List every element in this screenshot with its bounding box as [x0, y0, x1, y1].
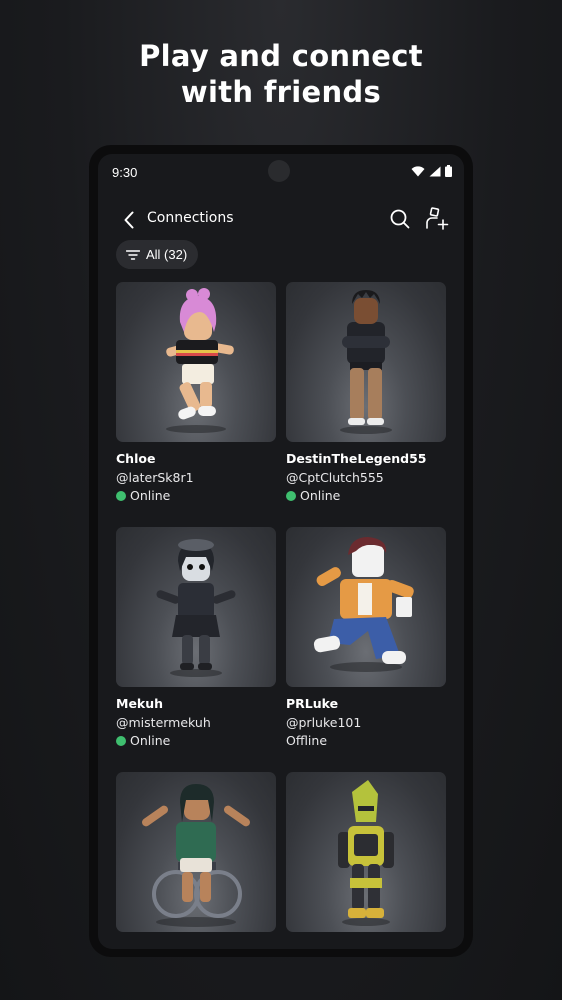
connection-card[interactable]: Chloe @laterSk8r1 Online	[116, 282, 276, 503]
battery-icon	[445, 165, 452, 177]
status-time: 9:30	[112, 165, 138, 180]
avatar-thumbnail[interactable]	[286, 772, 446, 932]
avatar-mekuh	[156, 539, 236, 677]
presence-label: Offline	[286, 733, 328, 748]
filter-icon	[126, 249, 140, 260]
presence-status: Online	[116, 733, 276, 748]
status-icons	[411, 165, 452, 177]
connection-card[interactable]: DestinTheLegend55 @CptClutch555 Online	[286, 282, 446, 503]
connection-display-name: DestinTheLegend55	[286, 451, 427, 466]
camera-cutout	[268, 160, 290, 182]
connection-card[interactable]	[116, 772, 276, 941]
avatar-thumbnail[interactable]	[286, 527, 446, 687]
add-friend-button[interactable]	[424, 206, 450, 232]
presence-status: Online	[286, 488, 446, 503]
cellular-signal-icon	[429, 166, 441, 176]
filter-chip-all[interactable]: All (32)	[116, 240, 199, 269]
connection-display-name: PRLuke	[286, 696, 339, 711]
avatar-destin	[340, 290, 392, 434]
online-status-dot	[286, 490, 296, 501]
search-button[interactable]	[388, 207, 412, 231]
avatar-thumbnail[interactable]	[116, 282, 276, 442]
online-status-dot	[116, 490, 126, 501]
avatar-chloe	[166, 288, 234, 433]
promo-title: Play and connect with friends	[0, 38, 562, 110]
connection-username: @mistermekuh	[116, 715, 211, 730]
promo-title-line-1: Play and connect	[139, 39, 423, 73]
connection-display-name: Chloe	[116, 451, 156, 466]
presence-label: Online	[300, 488, 341, 503]
connection-display-name: Mekuh	[116, 696, 164, 711]
avatar-prluke	[313, 537, 414, 672]
online-status-dot	[116, 735, 126, 746]
connection-card[interactable]: Mekuh @mistermekuh Online	[116, 527, 276, 748]
presence-status: Offline	[286, 733, 446, 748]
presence-label: Online	[130, 488, 171, 503]
connection-card[interactable]	[286, 772, 446, 941]
promo-title-line-2: with friends	[180, 75, 382, 109]
connection-card[interactable]: PRLuke @prluke101 Offline	[286, 527, 446, 748]
add-friend-icon	[426, 207, 449, 230]
phone-frame: 9:30 Connections All (32) Chloe @laterSk…	[89, 145, 473, 957]
connection-username: @CptClutch555	[286, 470, 384, 485]
wifi-icon	[411, 165, 425, 176]
avatar-thumbnail[interactable]	[116, 527, 276, 687]
avatar-thumbnail[interactable]	[116, 772, 276, 932]
connection-username: @prluke101	[286, 715, 362, 730]
search-icon	[390, 209, 410, 229]
connection-username: @laterSk8r1	[116, 470, 194, 485]
avatar-thumbnail[interactable]	[286, 282, 446, 442]
avatar-robot	[338, 780, 394, 926]
filter-chip-label: All (32)	[146, 247, 188, 262]
status-bar: 9:30	[98, 154, 464, 190]
top-app-bar: Connections	[98, 202, 464, 238]
avatar-wheelchair	[141, 784, 251, 927]
presence-status: Online	[116, 488, 276, 503]
phone-screen: 9:30 Connections All (32) Chloe @laterSk…	[98, 154, 464, 949]
back-button[interactable]	[118, 208, 140, 232]
page-title: Connections	[147, 210, 234, 226]
chevron-left-icon	[124, 211, 134, 229]
presence-label: Online	[130, 733, 171, 748]
